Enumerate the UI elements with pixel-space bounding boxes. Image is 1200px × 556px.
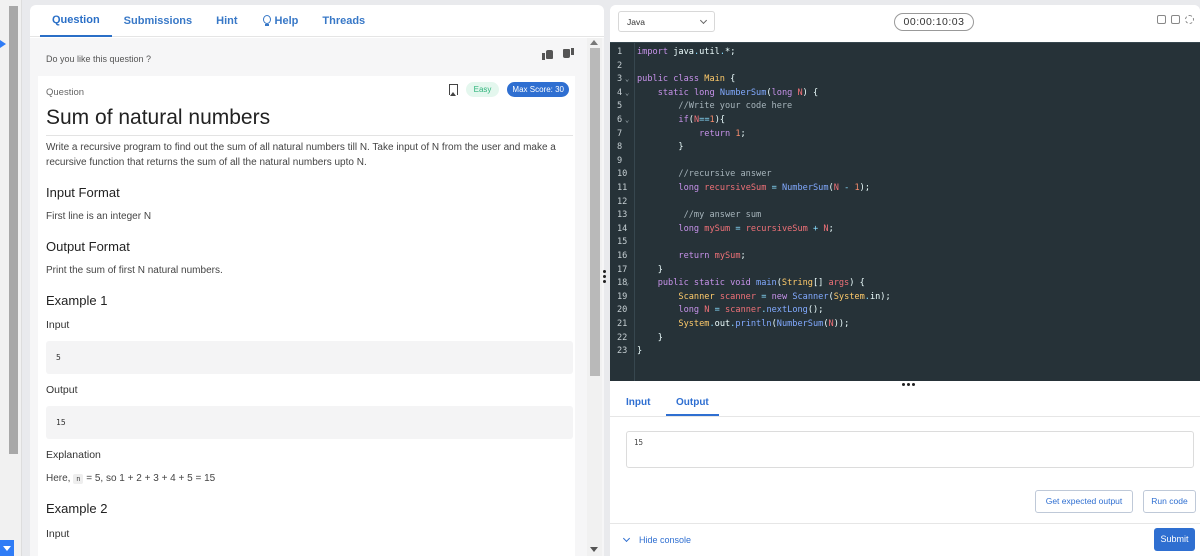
console-output: 15	[626, 431, 1194, 468]
scrollbar-thumb[interactable]	[9, 6, 18, 454]
tab-label: Hint	[216, 14, 238, 27]
line-number: 2	[617, 60, 623, 71]
output-format-text: Print the sum of first N natural numbers…	[46, 265, 223, 276]
example-1-output-label: Output	[46, 384, 78, 396]
tab-help[interactable]: Help	[250, 5, 311, 37]
scroll-up-icon[interactable]	[590, 40, 598, 45]
line-number: 14	[617, 223, 628, 234]
language-value: Java	[627, 17, 645, 27]
fullscreen-icon[interactable]	[1171, 15, 1180, 24]
tab-output[interactable]: Output	[666, 397, 719, 416]
language-select[interactable]: Java	[618, 11, 715, 32]
output-format-heading: Output Format	[46, 239, 130, 254]
line-number: 12	[617, 196, 628, 207]
line-number: 15	[617, 237, 628, 248]
tab-input[interactable]: Input	[626, 397, 650, 408]
tab-submissions[interactable]: Submissions	[112, 5, 204, 37]
line-number: 1	[617, 47, 623, 57]
line-number: 23	[617, 346, 628, 357]
line-number: 20	[617, 305, 628, 316]
tab-label: Threads	[322, 14, 366, 27]
explanation-rest: = 5, so 1 + 2 + 3 + 4 + 5 = 15	[86, 473, 216, 484]
tab-label: Submissions	[123, 14, 193, 27]
editor-toolbar: Java 00:00:10:03	[610, 5, 1200, 41]
example-1-input-label: Input	[46, 319, 70, 331]
tab-question[interactable]: Question	[40, 5, 112, 37]
line-number: 17	[617, 264, 628, 275]
question-tabs: Question Submissions Hint Help Threads	[30, 5, 604, 37]
chevron-down-icon	[622, 534, 631, 543]
example-2-heading: Example 2	[46, 501, 108, 516]
explanation-text: Here, n = 5, so 1 + 2 + 3 + 4 + 5 = 15	[46, 473, 215, 484]
timer: 00:00:10:03	[894, 13, 974, 31]
question-meta: Easy Max Score: 30	[448, 82, 569, 97]
bulb-icon	[262, 14, 271, 27]
scroll-down-icon[interactable]	[590, 547, 598, 552]
get-expected-output-button[interactable]: Get expected output	[1035, 490, 1133, 513]
hide-console-label: Hide console	[639, 535, 692, 545]
editor-panel: Java 00:00:10:03 1 import java.util.*; 2 …	[610, 5, 1200, 556]
code-editor[interactable]: 1 import java.util.*; 2 3 ⌄ public class Ma…	[610, 42, 1200, 381]
chevron-down-icon	[699, 16, 708, 25]
console-resize-handle[interactable]	[902, 383, 915, 386]
question-label: Question	[46, 87, 85, 98]
tab-hint[interactable]: Hint	[204, 5, 249, 37]
scrollbar-thumb[interactable]	[590, 48, 600, 376]
thumbs-down-icon[interactable]	[562, 48, 574, 60]
bookmark-icon[interactable]	[448, 84, 458, 96]
line-number: 9	[617, 155, 623, 166]
line-number: 19	[617, 291, 628, 302]
run-code-button[interactable]: Run code	[1143, 490, 1196, 513]
explanation-label: Explanation	[46, 449, 101, 461]
example-1-input-box: 5	[46, 341, 573, 374]
page-scrollbar[interactable]	[0, 0, 22, 556]
reset-icon[interactable]	[1157, 15, 1166, 24]
scroll-down-button[interactable]	[0, 540, 14, 556]
line-number: 21	[617, 319, 628, 329]
panel-resize-handle[interactable]	[603, 270, 607, 285]
example-2-input-label: Input	[46, 528, 70, 540]
console-tabs: Input Output	[610, 391, 1200, 417]
console-footer: Hide console Submit	[610, 523, 1200, 556]
example-1-heading: Example 1	[46, 293, 108, 308]
line-number: 5	[617, 101, 623, 112]
question-description: Write a recursive program to find out th…	[46, 142, 556, 168]
collapse-arrow-icon[interactable]	[0, 40, 6, 48]
question-content: Do you like this question ? Question Eas…	[30, 38, 604, 556]
feedback-prompt: Do you like this question ?	[46, 54, 152, 64]
explanation-code: n	[73, 474, 84, 484]
tab-label: Question	[52, 13, 100, 26]
max-score-badge: Max Score: 30	[507, 82, 569, 97]
explanation-prefix: Here,	[46, 473, 71, 484]
app-root: Question Submissions Hint Help Threads D…	[0, 0, 1200, 556]
question-card: Question Easy Max Score: 30 Sum of natur…	[38, 76, 575, 556]
gear-icon[interactable]	[1185, 15, 1194, 24]
submit-button[interactable]: Submit	[1154, 528, 1195, 551]
line-number: 16	[617, 251, 628, 261]
feedback-row: Do you like this question ?	[46, 50, 574, 64]
input-format-text: First line is an integer N	[46, 211, 152, 222]
line-number: 10	[617, 169, 628, 180]
question-panel: Question Submissions Hint Help Threads D…	[30, 5, 604, 556]
input-format-heading: Input Format	[46, 185, 120, 200]
question-title: Sum of natural numbers	[46, 106, 573, 136]
question-scrollbar[interactable]	[587, 38, 602, 556]
line-number: 13	[617, 210, 628, 221]
thumbs-up-icon[interactable]	[542, 48, 554, 60]
tab-label: Help	[274, 14, 299, 27]
difficulty-badge: Easy	[465, 82, 500, 97]
line-number: 11	[617, 183, 628, 193]
line-number: 8	[617, 142, 623, 153]
tab-threads[interactable]: Threads	[310, 5, 377, 37]
line-number: 22	[617, 332, 628, 343]
hide-console-button[interactable]: Hide console	[622, 534, 692, 545]
line-number: 7	[617, 128, 623, 139]
example-1-output-box: 15	[46, 406, 573, 439]
